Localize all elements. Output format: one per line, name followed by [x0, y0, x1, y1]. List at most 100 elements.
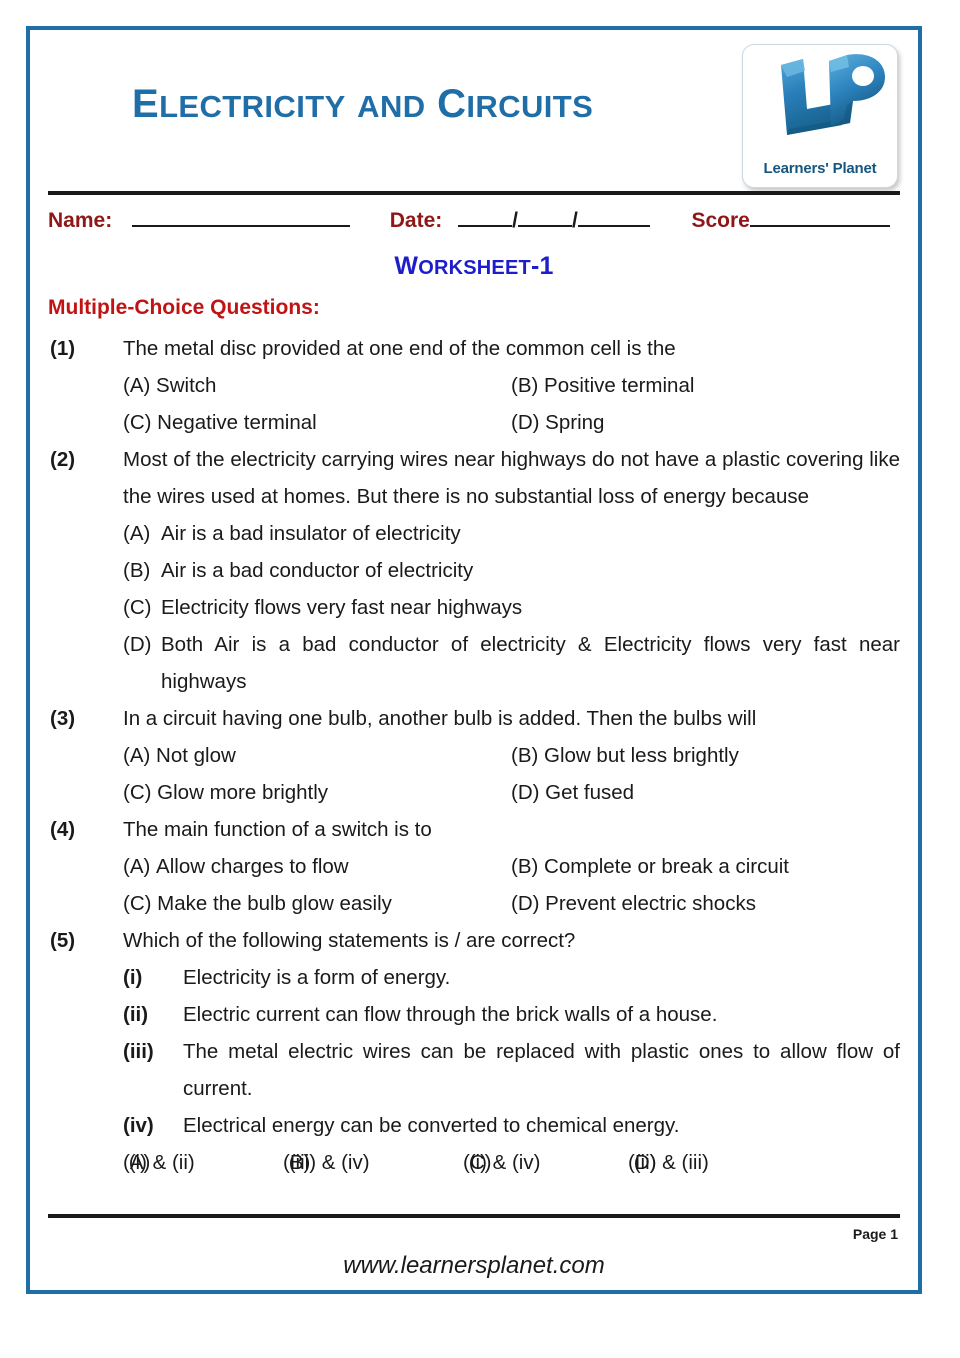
option-3-C-tag: (C): [123, 781, 152, 804]
page-number: Page 1: [852, 1226, 898, 1242]
question-1-stem: The metal disc provided at one end of th…: [123, 337, 676, 360]
statement-iv-numeral: (iv): [123, 1114, 154, 1137]
option-2-A[interactable]: (A) Air is a bad insulator of electricit…: [123, 515, 900, 552]
option-4-A[interactable]: (A) Allow charges to flow: [123, 848, 349, 885]
option-2-D[interactable]: (D) Both Air is a bad conductor of elect…: [123, 626, 900, 700]
option-4-D-text: Prevent electric shocks: [545, 892, 756, 915]
option-4-D-tag: (D): [511, 892, 540, 915]
question-5-stem: Which of the following statements is / a…: [123, 929, 576, 952]
option-3-A[interactable]: (A) Not glow: [123, 737, 236, 774]
statement-iii: (iii) The metal electric wires can be re…: [123, 1033, 900, 1107]
footer-divider: [48, 1214, 900, 1218]
option-3-A-tag: (A): [123, 744, 151, 767]
option-2-A-tag: (A): [123, 522, 151, 545]
option-5-C[interactable]: (C) (i) & (iv): [463, 1144, 540, 1181]
option-1-D-tag: (D): [511, 411, 540, 434]
option-1-B-tag: (B): [511, 374, 539, 397]
option-2-C-text: Electricity flows very fast near highway…: [161, 596, 523, 619]
option-5-C-text: (i) & (iv): [468, 1151, 541, 1174]
worksheet-rest: ORKSHEET: [418, 257, 531, 279]
option-3-D-text: Get fused: [545, 781, 635, 804]
score-label: Score: [691, 209, 750, 232]
option-1-B[interactable]: (B) Positive terminal: [511, 367, 694, 404]
logo-caption: Learners' Planet: [763, 160, 877, 177]
date-label: Date:: [389, 209, 443, 232]
question-3-options-row-1: (A) Not glow (B) Glow but less brightly: [123, 737, 900, 774]
question-3-stem: In a circuit having one bulb, another bu…: [123, 707, 757, 730]
option-4-B[interactable]: (B) Complete or break a circuit: [511, 848, 789, 885]
option-3-B[interactable]: (B) Glow but less brightly: [511, 737, 739, 774]
option-4-B-tag: (B): [511, 855, 539, 878]
option-1-D-text: Spring: [545, 411, 605, 434]
title-and: AND: [357, 89, 426, 124]
option-3-D[interactable]: (D) Get fused: [511, 774, 634, 811]
option-1-C-text: Negative terminal: [157, 411, 317, 434]
question-1-options-row-2: (C) Negative terminal (D) Spring: [123, 404, 900, 441]
page-header: ELECTRICITY AND CIRCUITS Learners' Plane…: [48, 30, 900, 188]
section-heading: Multiple-Choice Questions:: [48, 296, 320, 319]
option-3-D-tag: (D): [511, 781, 540, 804]
header-divider: [48, 191, 900, 195]
statement-ii-text: Electric current can flow through the br…: [183, 1003, 718, 1026]
option-2-A-text: Air is a bad insulator of electricity: [161, 522, 461, 545]
worksheet-cap: W: [394, 252, 419, 280]
worksheet-page: ELECTRICITY AND CIRCUITS Learners' Plane…: [26, 26, 922, 1294]
option-2-C-tag: (C): [123, 596, 152, 619]
statement-ii: (ii) Electric current can flow through t…: [123, 996, 900, 1033]
option-3-C[interactable]: (C) Glow more brightly: [123, 774, 328, 811]
statement-i: (i) Electricity is a form of energy.: [123, 959, 900, 996]
question-3-options-row-2: (C) Glow more brightly (D) Get fused: [123, 774, 900, 811]
date-year-input[interactable]: [577, 208, 650, 227]
option-1-A[interactable]: (A) Switch: [123, 367, 216, 404]
statement-i-text: Electricity is a form of energy.: [183, 966, 451, 989]
option-5-A-text: (i) & (ii): [128, 1151, 195, 1174]
title-cap-2: C: [437, 82, 467, 126]
option-2-B[interactable]: (B) Air is a bad conductor of electricit…: [123, 552, 900, 589]
option-1-D[interactable]: (D) Spring: [511, 404, 604, 441]
question-4-options-row-2: (C) Make the bulb glow easily (D) Preven…: [123, 885, 900, 922]
question-5-number: (5): [50, 929, 76, 952]
option-2-D-tag: (D): [123, 633, 152, 656]
question-1-number: (1): [50, 337, 76, 360]
question-4-options-row-1: (A) Allow charges to flow (B) Complete o…: [123, 848, 900, 885]
option-5-D[interactable]: (D) (ii) & (iii): [628, 1144, 709, 1181]
question-3-number: (3): [50, 707, 76, 730]
statement-i-numeral: (i): [123, 966, 143, 989]
statement-ii-numeral: (ii): [123, 1003, 149, 1026]
worksheet-label: WORKSHEET-1: [48, 252, 900, 281]
option-1-C[interactable]: (C) Negative terminal: [123, 404, 317, 441]
option-2-B-tag: (B): [123, 559, 151, 582]
name-label: Name:: [48, 209, 113, 232]
option-4-C[interactable]: (C) Make the bulb glow easily: [123, 885, 392, 922]
title-cap-1: E: [132, 82, 160, 126]
option-3-B-text: Glow but less brightly: [544, 744, 739, 767]
question-5: (5) Which of the following statements is…: [48, 922, 900, 1181]
option-2-C[interactable]: (C) Electricity flows very fast near hig…: [123, 589, 900, 626]
question-3: (3) In a circuit having one bulb, anothe…: [48, 700, 900, 811]
option-1-A-tag: (A): [123, 374, 151, 397]
question-4-number: (4): [50, 818, 76, 841]
option-3-C-text: Glow more brightly: [157, 781, 329, 804]
lp-monogram-icon: [743, 51, 897, 143]
option-4-D[interactable]: (D) Prevent electric shocks: [511, 885, 756, 922]
option-5-B[interactable]: (B) (iii) & (iv): [283, 1144, 370, 1181]
worksheet-suffix: -1: [530, 252, 554, 280]
option-5-A[interactable]: (A) (i) & (ii): [123, 1144, 195, 1181]
name-input[interactable]: [132, 208, 351, 227]
date-day-input[interactable]: [458, 208, 513, 227]
date-month-input[interactable]: [517, 208, 572, 227]
option-5-D-text: (ii) & (iii): [633, 1151, 709, 1174]
brand-logo: Learners' Planet: [742, 44, 898, 188]
student-info-row: Name: Date: / / Score: [48, 208, 900, 250]
score-input[interactable]: [749, 208, 890, 227]
statement-iii-numeral: (iii): [123, 1040, 154, 1063]
title-rest-2: IRCUITS: [466, 89, 594, 124]
option-1-A-text: Switch: [156, 374, 217, 397]
option-4-C-text: Make the bulb glow easily: [157, 892, 392, 915]
option-1-C-tag: (C): [123, 411, 152, 434]
option-4-A-tag: (A): [123, 855, 151, 878]
question-4-stem: The main function of a switch is to: [123, 818, 432, 841]
question-5-options-row: (A) (i) & (ii) (B) (iii) & (iv) (C) (i) …: [123, 1144, 900, 1181]
option-3-A-text: Not glow: [156, 744, 236, 767]
option-3-B-tag: (B): [511, 744, 539, 767]
